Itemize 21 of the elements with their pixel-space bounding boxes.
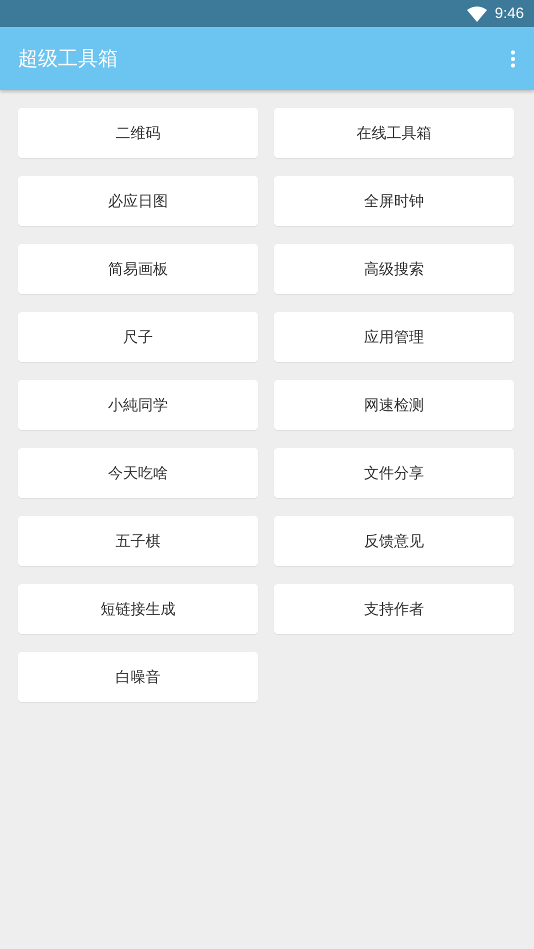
more-menu-icon[interactable]	[510, 50, 516, 68]
tool-button[interactable]: 全屏时钟	[274, 176, 514, 226]
tool-button[interactable]: 小純同学	[18, 380, 258, 430]
clock-time: 9:46	[494, 5, 524, 22]
tool-button[interactable]: 白噪音	[18, 652, 258, 702]
tool-button[interactable]: 应用管理	[274, 312, 514, 362]
tool-button[interactable]: 今天吃啥	[18, 448, 258, 498]
tool-button[interactable]: 二维码	[18, 108, 258, 158]
tool-button[interactable]: 网速检测	[274, 380, 514, 430]
tool-button[interactable]: 高级搜索	[274, 244, 514, 294]
tool-button[interactable]: 反馈意见	[274, 516, 514, 566]
tool-button[interactable]: 简易画板	[18, 244, 258, 294]
app-title: 超级工具箱	[18, 45, 118, 72]
tool-button[interactable]: 短链接生成	[18, 584, 258, 634]
tool-button[interactable]: 必应日图	[18, 176, 258, 226]
wifi-icon	[466, 6, 487, 22]
tool-button[interactable]: 文件分享	[274, 448, 514, 498]
tool-button[interactable]: 五子棋	[18, 516, 258, 566]
tool-button[interactable]: 支持作者	[274, 584, 514, 634]
tool-button[interactable]: 尺子	[18, 312, 258, 362]
tool-button[interactable]: 在线工具箱	[274, 108, 514, 158]
